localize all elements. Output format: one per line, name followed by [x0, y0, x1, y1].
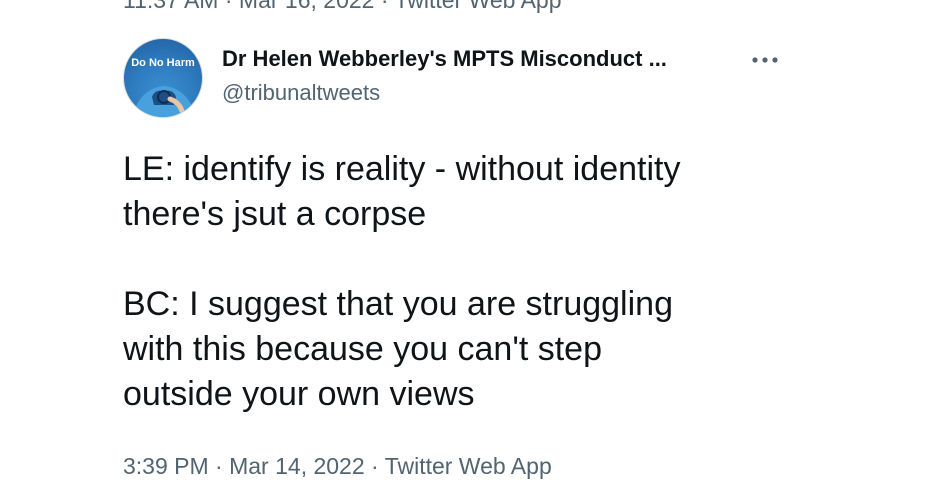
author-name[interactable]: Dr Helen Webberley's MPTS Misconduct ...	[222, 44, 667, 74]
avatar-figure-icon	[132, 86, 196, 117]
tweet-paragraph-1: LE: identify is reality - without identi…	[123, 150, 681, 233]
more-horizontal-icon[interactable]	[748, 48, 782, 72]
meta-separator: ·	[215, 453, 223, 479]
previous-tweet-meta: 11:37 AM · Mar 16, 2022 · Twitter Web Ap…	[123, 0, 562, 13]
avatar-label: Do No Harm	[131, 57, 195, 69]
meta-separator: ·	[371, 453, 379, 479]
tweet-time[interactable]: 3:39 PM	[123, 453, 209, 479]
tweet-date[interactable]: Mar 14, 2022	[229, 453, 365, 479]
avatar[interactable]: Do No Harm	[123, 38, 203, 118]
author-handle[interactable]: @tribunaltweets	[222, 78, 380, 108]
tweet-source: Twitter Web App	[384, 453, 552, 479]
tweet-meta: 3:39 PM · Mar 14, 2022 · Twitter Web App	[123, 452, 552, 480]
tweet-paragraph-2: BC: I suggest that you are struggling wi…	[123, 285, 673, 413]
tweet-text: LE: identify is reality - without identi…	[123, 147, 843, 417]
